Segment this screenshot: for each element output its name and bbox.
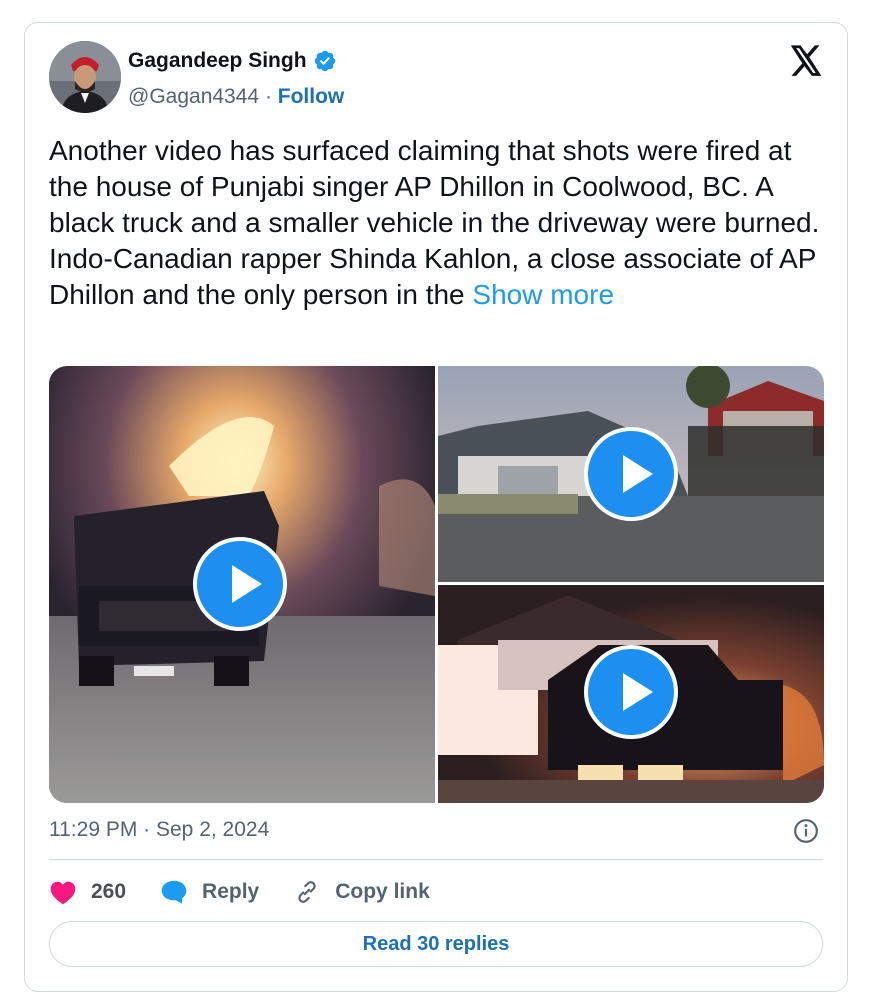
reply-bubble-icon bbox=[161, 880, 187, 904]
video-thumbnail-3[interactable] bbox=[438, 585, 824, 803]
show-more-link[interactable]: Show more bbox=[472, 279, 614, 310]
video-thumbnail-1[interactable] bbox=[49, 366, 435, 803]
heart-icon bbox=[50, 881, 76, 905]
x-logo-icon[interactable] bbox=[789, 45, 823, 77]
reply-label: Reply bbox=[202, 880, 260, 903]
author-name[interactable]: Gagandeep Singh bbox=[128, 49, 307, 73]
handle-row: @Gagan4344 · Follow bbox=[128, 85, 344, 109]
link-icon bbox=[298, 881, 316, 903]
play-icon[interactable] bbox=[193, 537, 287, 631]
verified-badge-icon bbox=[314, 50, 335, 72]
author-name-row[interactable]: Gagandeep Singh bbox=[128, 49, 337, 73]
info-icon[interactable] bbox=[793, 818, 819, 844]
reply-button[interactable]: Reply bbox=[160, 879, 259, 905]
like-count: 260 bbox=[91, 880, 127, 903]
action-bar: 260 Reply Copy link bbox=[49, 875, 464, 909]
timestamp[interactable]: 11:29 PM · Sep 2, 2024 bbox=[49, 818, 269, 842]
divider bbox=[49, 859, 823, 860]
separator: · bbox=[264, 85, 272, 108]
play-icon[interactable] bbox=[584, 427, 678, 521]
like-button[interactable]: 260 bbox=[49, 879, 126, 905]
avatar[interactable] bbox=[49, 41, 121, 113]
video-thumbnail-2[interactable] bbox=[438, 366, 824, 582]
tweet-body: Another video has surfaced claiming that… bbox=[49, 135, 820, 310]
media-grid bbox=[49, 366, 824, 803]
author-handle[interactable]: @Gagan4344 bbox=[128, 85, 259, 108]
tweet-text: Another video has surfaced claiming that… bbox=[49, 133, 829, 313]
tweet-card: Gagandeep Singh @Gagan4344 · Follow Anot… bbox=[24, 22, 848, 992]
play-icon[interactable] bbox=[584, 645, 678, 739]
read-replies-button[interactable]: Read 30 replies bbox=[49, 921, 823, 967]
copy-link-label: Copy link bbox=[335, 880, 430, 903]
copy-link-button[interactable]: Copy link bbox=[293, 879, 430, 905]
follow-button[interactable]: Follow bbox=[278, 85, 345, 108]
